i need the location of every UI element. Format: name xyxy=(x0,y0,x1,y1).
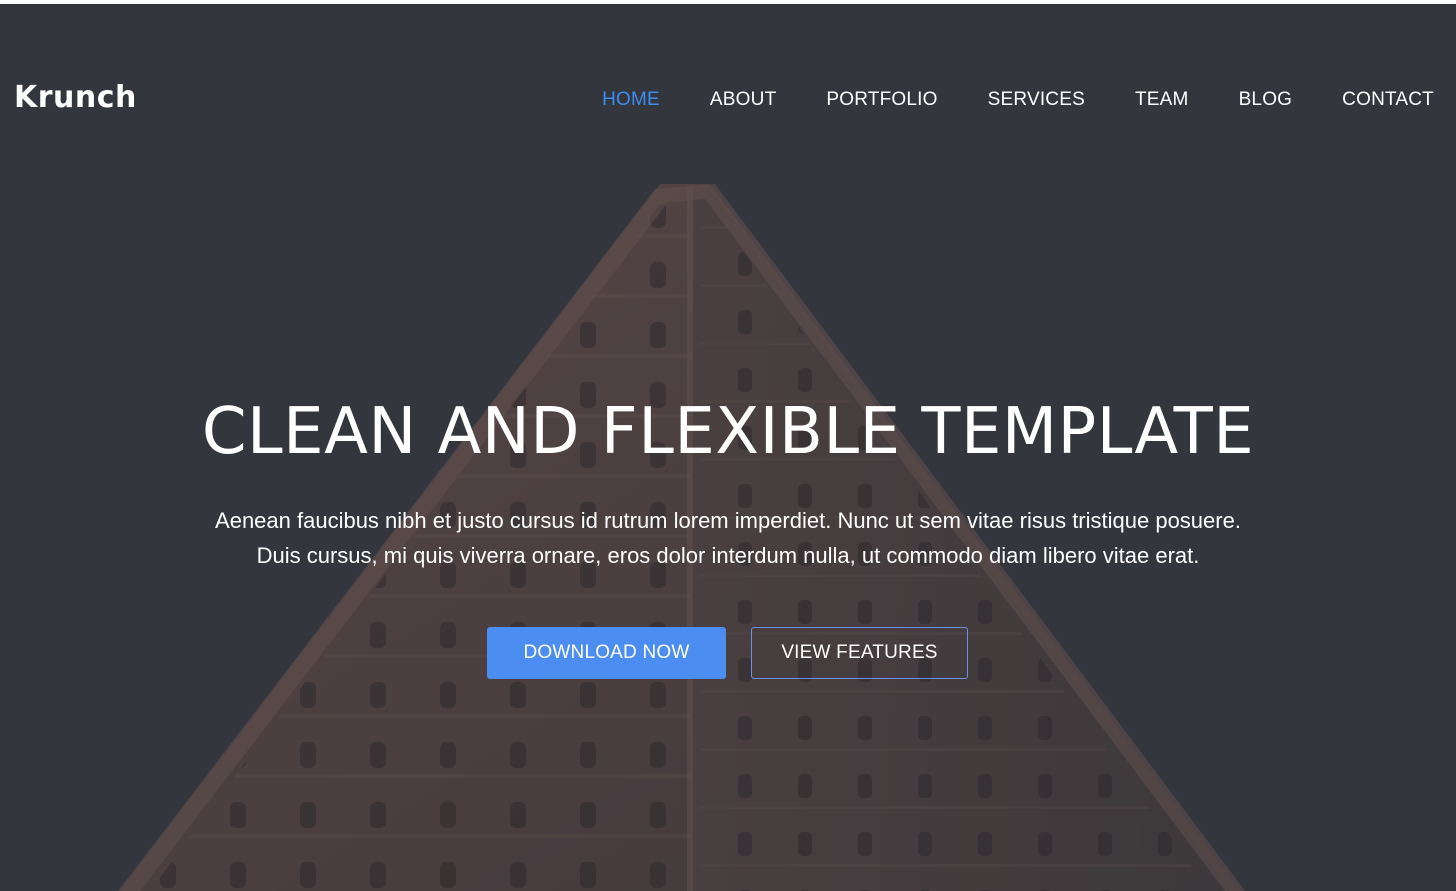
hero-subtext: Aenean faucibus nibh et justo cursus id … xyxy=(0,503,1456,573)
view-features-button[interactable]: VIEW FEATURES xyxy=(751,627,968,679)
hero-section: Krunch HOME ABOUT PORTFOLIO SERVICES TEA… xyxy=(0,4,1456,891)
nav-item-home[interactable]: HOME xyxy=(602,84,660,116)
hero-headline: CLEAN AND FLEXIBLE TEMPLATE xyxy=(201,395,1255,469)
nav-item-services[interactable]: SERVICES xyxy=(988,84,1085,116)
nav-item-blog[interactable]: BLOG xyxy=(1239,84,1293,116)
nav-item-portfolio[interactable]: PORTFOLIO xyxy=(826,84,937,116)
download-now-button[interactable]: DOWNLOAD NOW xyxy=(487,627,726,679)
site-logo[interactable]: Krunch xyxy=(14,78,137,118)
nav-item-contact[interactable]: CONTACT xyxy=(1342,84,1434,116)
nav-item-team[interactable]: TEAM xyxy=(1135,84,1189,116)
main-nav: HOME ABOUT PORTFOLIO SERVICES TEAM BLOG … xyxy=(602,84,1434,116)
nav-item-about[interactable]: ABOUT xyxy=(710,84,776,116)
hero-subtext-line-1: Aenean faucibus nibh et justo cursus id … xyxy=(215,508,1241,533)
hero-subtext-line-2: Duis cursus, mi quis viverra ornare, ero… xyxy=(256,543,1200,568)
